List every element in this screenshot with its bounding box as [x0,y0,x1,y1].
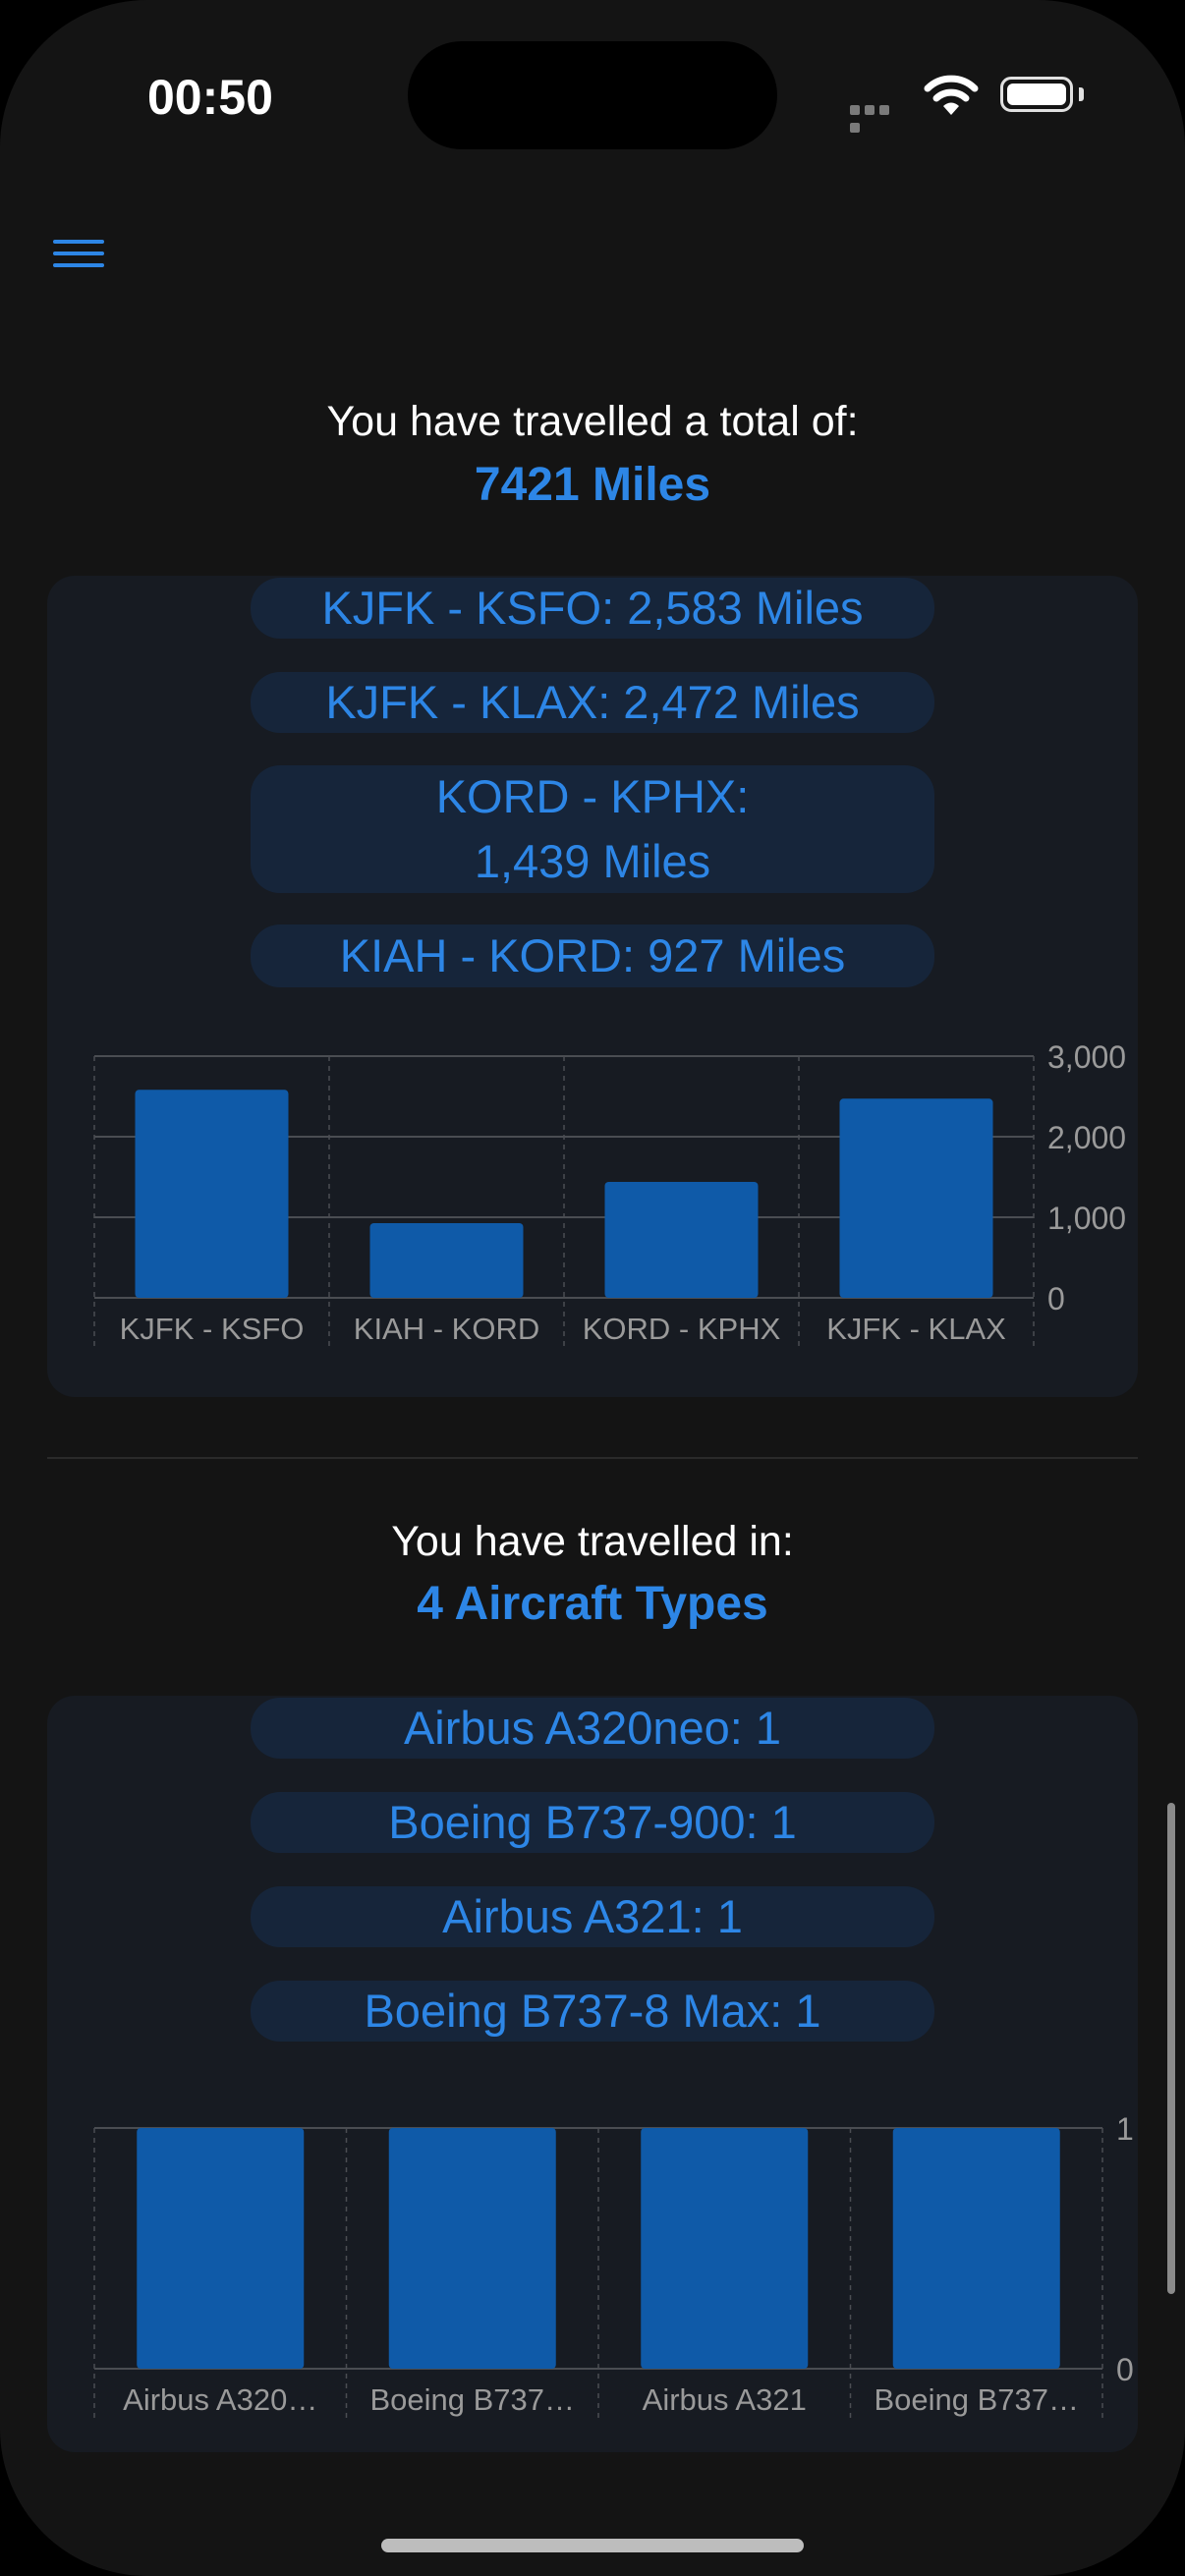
aircraft-card: Airbus A320neo: 1 Boeing B737-900: 1 Air… [47,1696,1138,2452]
y-tick-label: 0 [1047,1281,1065,1316]
bar [137,2128,305,2369]
y-tick-label: 0 [1116,2352,1134,2387]
route-item: KJFK - KLAX: 2,472 Miles [251,672,934,733]
aircraft-total: 4 Aircraft Types [417,1578,768,1630]
distance-card: KJFK - KSFO: 2,583 Miles KJFK - KLAX: 2,… [47,576,1138,1397]
bar [892,2128,1060,2369]
x-tick-label: KORD - KPHX [583,1312,781,1346]
x-tick-label: Airbus A321 [643,2382,807,2417]
home-indicator[interactable] [381,2539,804,2552]
bar [388,2128,556,2369]
distance-heading: You have travelled a total of: [326,398,859,445]
app-screen: 00:50 You have travelled a total of: 742… [0,0,1185,2576]
bar [135,1090,289,1298]
x-tick-label: Boeing B737… [874,2382,1079,2417]
aircraft-item: Boeing B737-900: 1 [251,1792,934,1853]
wifi-icon [924,75,979,115]
x-tick-label: KIAH - KORD [354,1312,539,1346]
x-tick-label: KJFK - KLAX [826,1312,1006,1346]
y-tick-label: 3,000 [1047,1039,1126,1075]
status-time: 00:50 [147,70,273,125]
route-item: KIAH - KORD: 927 Miles [251,924,934,987]
x-tick-label: Boeing B737… [369,2382,575,2417]
y-tick-label: 1 [1116,2111,1134,2147]
y-tick-label: 2,000 [1047,1120,1126,1155]
aircraft-heading: You have travelled in: [391,1518,794,1565]
total-miles: 7421 Miles [474,459,711,511]
distance-bar-chart: 0 1,000 2,000 3,000 KJFK - KSFO KIAH - KORD KO… [93,1039,1126,1347]
aircraft-bar-chart: 0 1 Airbus A320… Boeing B737… Airbus A321 Boe… [93,2111,1134,2418]
scrollbar[interactable] [1167,1803,1175,2294]
bar [839,1098,993,1298]
aircraft-item: Airbus A321: 1 [251,1886,934,1947]
aircraft-item: Boeing B737-8 Max: 1 [251,1981,934,2042]
route-item: KJFK - KSFO: 2,583 Miles [251,578,934,639]
bar [604,1182,759,1298]
battery-icon [1000,77,1084,112]
x-tick-label: Airbus A320… [123,2382,317,2417]
x-tick-label: KJFK - KSFO [120,1312,305,1346]
dynamic-island [408,41,777,149]
y-tick-label: 1,000 [1047,1201,1126,1236]
section-divider [47,1457,1138,1459]
menu-icon[interactable] [53,240,104,273]
bar [369,1222,524,1298]
signal-dots-icon [850,102,907,133]
route-item: KORD - KPHX: 1,439 Miles [251,765,934,893]
bar [641,2128,809,2369]
aircraft-item: Airbus A320neo: 1 [251,1698,934,1759]
